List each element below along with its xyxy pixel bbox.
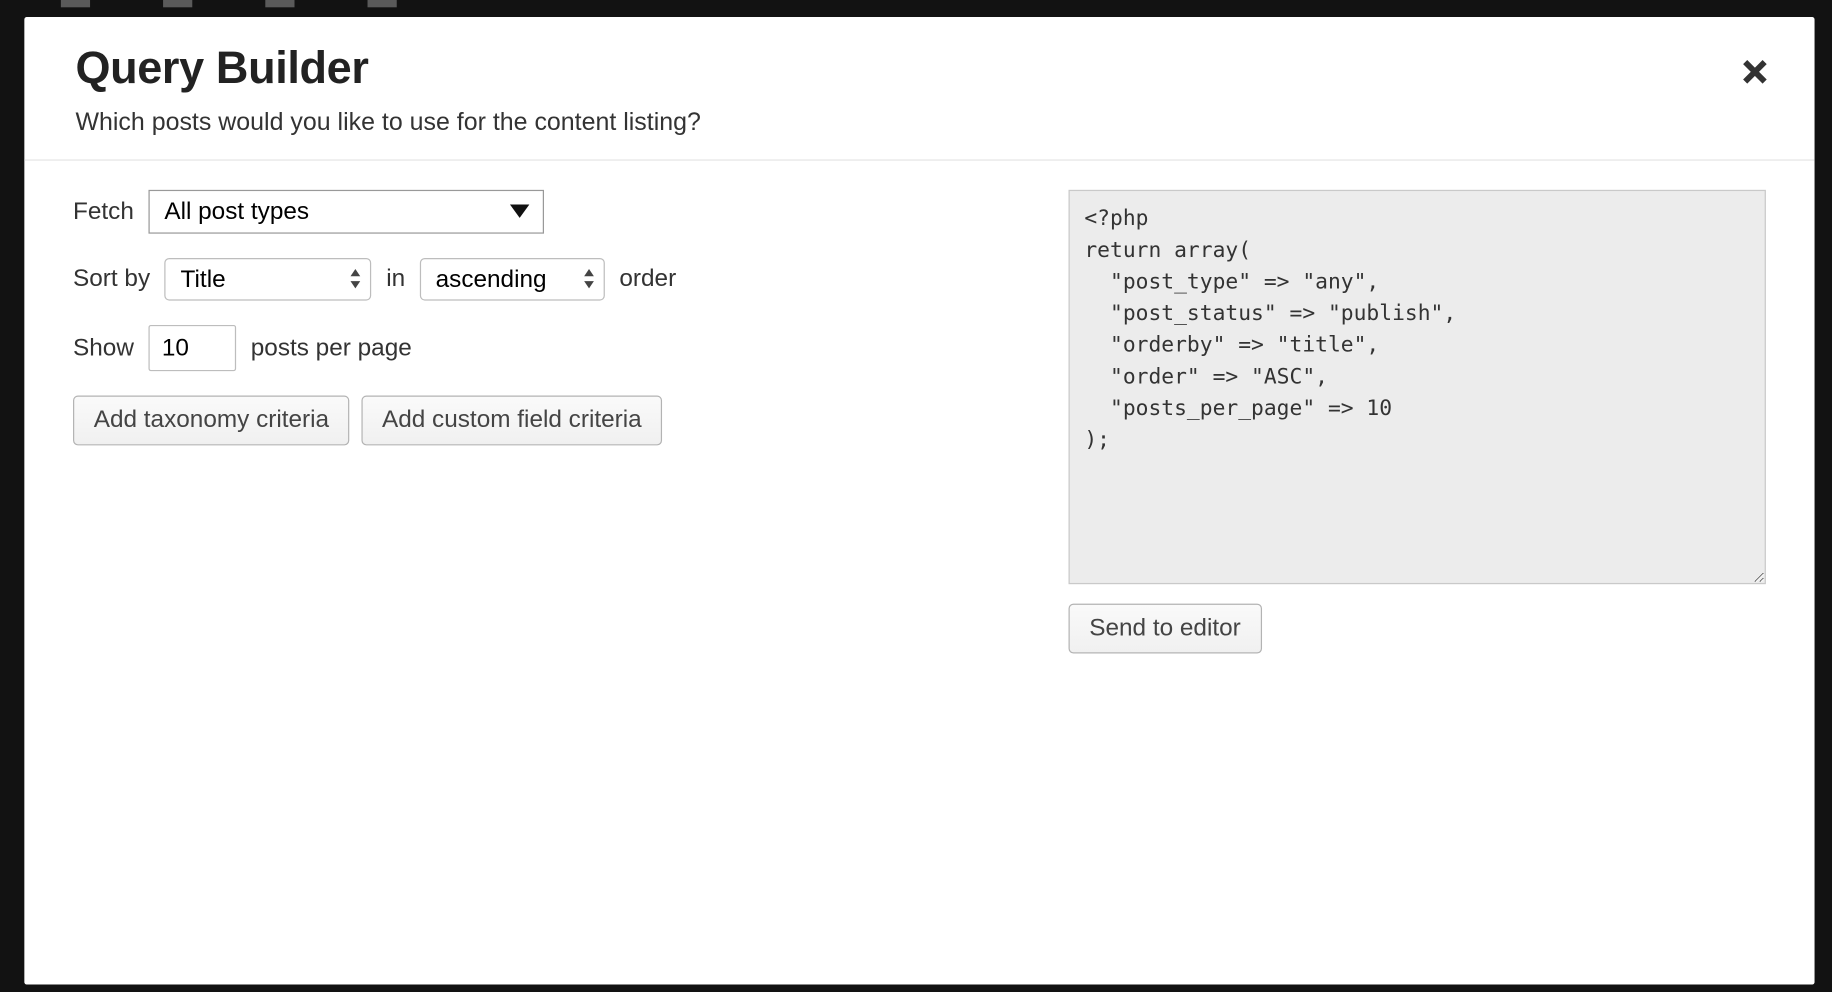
direction-select[interactable]: ascending xyxy=(420,258,605,301)
fetch-label: Fetch xyxy=(73,198,134,226)
send-to-editor-button[interactable]: Send to editor xyxy=(1069,604,1262,654)
modal-title: Query Builder xyxy=(75,44,1763,94)
modal-body: Fetch All post types Sort by T xyxy=(24,161,1814,985)
add-customfield-button[interactable]: Add custom field criteria xyxy=(361,396,662,446)
sortby-row: Sort by Title in xyxy=(73,258,1032,301)
modal-header: Query Builder Which posts would you like… xyxy=(24,17,1814,161)
order-word: order xyxy=(619,266,676,294)
modal-subtitle: Which posts would you like to use for th… xyxy=(75,108,1763,138)
in-word: in xyxy=(386,266,405,294)
sortby-select[interactable]: Title xyxy=(165,258,372,301)
query-form-panel: Fetch All post types Sort by T xyxy=(73,190,1069,984)
fetch-row: Fetch All post types xyxy=(73,190,1032,234)
code-textarea[interactable] xyxy=(1069,190,1766,584)
criteria-buttons-row: Add taxonomy criteria Add custom field c… xyxy=(73,396,1032,446)
add-taxonomy-button[interactable]: Add taxonomy criteria xyxy=(73,396,350,446)
background-toolbar-hint xyxy=(0,0,1832,17)
code-preview-panel: Send to editor xyxy=(1069,190,1766,984)
sortby-label: Sort by xyxy=(73,266,150,294)
show-label: Show xyxy=(73,334,134,362)
pp-label: posts per page xyxy=(251,334,412,362)
fetch-select[interactable]: All post types xyxy=(149,190,545,234)
query-builder-modal: Query Builder Which posts would you like… xyxy=(24,17,1814,985)
close-icon[interactable] xyxy=(1742,57,1769,92)
posts-per-page-input[interactable] xyxy=(149,325,237,371)
show-row: Show posts per page xyxy=(73,325,1032,371)
